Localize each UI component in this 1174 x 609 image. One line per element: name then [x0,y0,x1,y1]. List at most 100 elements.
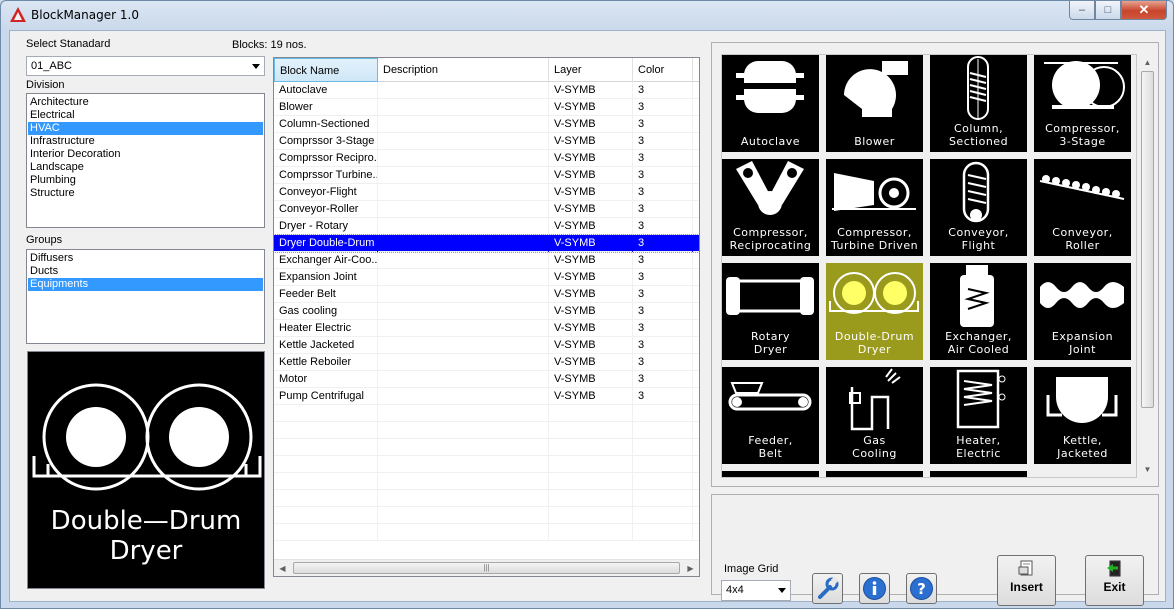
table-row[interactable]: Comprssor 3-Stage V-SYMB 3 [274,133,699,150]
gallery-tile[interactable]: Compressor, Reciprocating [722,159,819,256]
cell-block-name: Kettle Reboiler [274,354,378,371]
cell-color: 3 [633,99,693,116]
gallery-tile[interactable]: Gas Cooling [826,367,923,464]
gallery-tile[interactable]: Rotary Dryer [722,263,819,360]
standard-dropdown[interactable]: 01_ABC [26,56,265,76]
column-header-description[interactable]: Description [378,58,549,82]
division-list-item[interactable]: Structure [28,187,263,200]
maximize-button[interactable]: □ [1095,1,1121,20]
table-row[interactable]: Column-Sectioned V-SYMB 3 [274,116,699,133]
exit-door-icon [1107,560,1121,577]
cell-color: 3 [633,388,693,405]
caption-line-2: Dryer [857,343,892,356]
gallery-tile[interactable]: Heater, Electric [930,367,1027,464]
info-button[interactable] [859,573,890,604]
cell-layer: V-SYMB [549,99,633,116]
blocks-count: Blocks: 19 nos. [232,39,307,51]
table-row[interactable]: Dryer - Rotary V-SYMB 3 [274,218,699,235]
gallery-tile[interactable]: Exchanger, Air Cooled [930,263,1027,360]
gallery-tile[interactable]: Autoclave [722,55,819,152]
image-grid-dropdown[interactable]: 4x4 [721,580,791,601]
cell-description [378,99,549,116]
table-row[interactable]: Comprssor Turbine... V-SYMB 3 [274,167,699,184]
cell-description [378,184,549,201]
scroll-down-icon[interactable]: ▼ [1139,461,1156,478]
cell-block-name: Conveyor-Roller [274,201,378,218]
caption-line-2: Joint [1069,343,1096,356]
gallery-tile[interactable]: Compressor, 3-Stage [1034,55,1131,152]
division-list-item[interactable]: Landscape [28,161,263,174]
close-button[interactable]: ✕ [1121,1,1167,20]
compressor-recip-icon [736,161,804,215]
settings-button[interactable] [812,573,843,604]
table-row[interactable]: Dryer Double-Drum V-SYMB 3 [274,234,699,253]
column-header-color[interactable]: Color [633,58,693,82]
table-row[interactable]: Pump Centrifugal V-SYMB 3 [274,388,699,405]
groups-list-item[interactable]: Ducts [28,265,263,278]
gallery-tile[interactable]: Column, Sectioned [930,55,1027,152]
table-row[interactable]: Heater Electric V-SYMB 3 [274,320,699,337]
gallery-tile[interactable]: Conveyor, Roller [1034,159,1131,256]
table-row[interactable]: Autoclave V-SYMB 3 [274,82,699,99]
table-row[interactable]: Conveyor-Flight V-SYMB 3 [274,184,699,201]
division-list-item[interactable]: Interior Decoration [28,148,263,161]
gallery-tile[interactable]: Kettle, Jacketed [1034,367,1131,464]
table-row[interactable]: Exchanger Air-Coo... V-SYMB 3 [274,252,699,269]
table-row[interactable]: Kettle Jacketed V-SYMB 3 [274,337,699,354]
division-list[interactable]: Architecture Electrical HVAC Infrastructure… [26,93,265,228]
gallery-tile[interactable] [930,471,1027,477]
scroll-up-icon[interactable]: ▲ [1139,54,1156,71]
blocks-table[interactable]: Block Name Description Layer Color Autoc… [273,57,700,577]
table-row[interactable]: Comprssor Recipro... V-SYMB 3 [274,150,699,167]
caption-line-2: Dryer [753,343,788,356]
division-list-item[interactable]: Electrical [28,109,263,122]
groups-list[interactable]: Diffusers Ducts Equipments [26,249,265,344]
cell-color: 3 [633,354,693,371]
scroll-right-icon[interactable]: ▶ [682,560,699,576]
column-header-layer[interactable]: Layer [549,58,633,82]
gallery-tile[interactable] [826,471,923,477]
table-row[interactable]: Feeder Belt V-SYMB 3 [274,286,699,303]
division-list-item[interactable]: Infrastructure [28,135,263,148]
gallery-tile[interactable]: Compressor, Turbine Driven [826,159,923,256]
table-header: Block Name Description Layer Color [274,58,699,82]
exit-button[interactable]: Exit [1085,555,1144,606]
gallery-scrollbar-thumb[interactable] [1141,71,1154,408]
title-bar[interactable]: BlockManager 1.0 – □ ✕ [1,1,1173,29]
empty-row [274,439,699,456]
division-list-item[interactable]: Plumbing [28,174,263,187]
caption-line-1: Autoclave [740,135,801,148]
cell-color: 3 [633,371,693,388]
minimize-button[interactable]: – [1069,1,1095,20]
groups-list-item[interactable]: Diffusers [28,252,263,265]
gallery-tile[interactable]: Double-Drum Dryer [826,263,923,360]
gallery-vertical-scrollbar[interactable]: ▲ ▼ [1139,54,1156,478]
cell-layer: V-SYMB [549,167,633,184]
gallery-tile-caption: Expansion Joint [1034,330,1131,356]
table-row[interactable]: Expansion Joint V-SYMB 3 [274,269,699,286]
division-list-item[interactable]: HVAC [28,122,263,135]
help-button[interactable]: ? [906,573,937,604]
gallery-tile[interactable] [722,471,819,477]
preview-caption-line1: Double—Drum [51,506,242,536]
division-list-item[interactable]: Architecture [28,96,263,109]
gallery-tile[interactable]: Feeder, Belt [722,367,819,464]
scroll-left-icon[interactable]: ◀ [274,560,291,576]
gallery-tile[interactable]: Expansion Joint [1034,263,1131,360]
caption-line-1: Heater, [956,434,1001,447]
table-row[interactable]: Motor V-SYMB 3 [274,371,699,388]
groups-list-item[interactable]: Equipments [28,278,263,291]
gallery-tile-caption: Blower [826,135,923,148]
table-row[interactable]: Conveyor-Roller V-SYMB 3 [274,201,699,218]
insert-button[interactable]: Insert [997,555,1056,606]
table-row[interactable]: Blower V-SYMB 3 [274,99,699,116]
table-row[interactable]: Gas cooling V-SYMB 3 [274,303,699,320]
gallery-tile[interactable]: Conveyor, Flight [930,159,1027,256]
column-header-block-name[interactable]: Block Name [274,58,378,82]
horizontal-scrollbar[interactable]: ◀ ||| ▶ [274,559,699,576]
conveyor-roller-icon [1039,175,1125,200]
block-gallery[interactable]: Autoclave Blower Column, Sectioned Compresso… [721,54,1137,478]
table-row[interactable]: Kettle Reboiler V-SYMB 3 [274,354,699,371]
gallery-tile[interactable]: Blower [826,55,923,152]
scrollbar-thumb[interactable]: ||| [293,562,680,574]
